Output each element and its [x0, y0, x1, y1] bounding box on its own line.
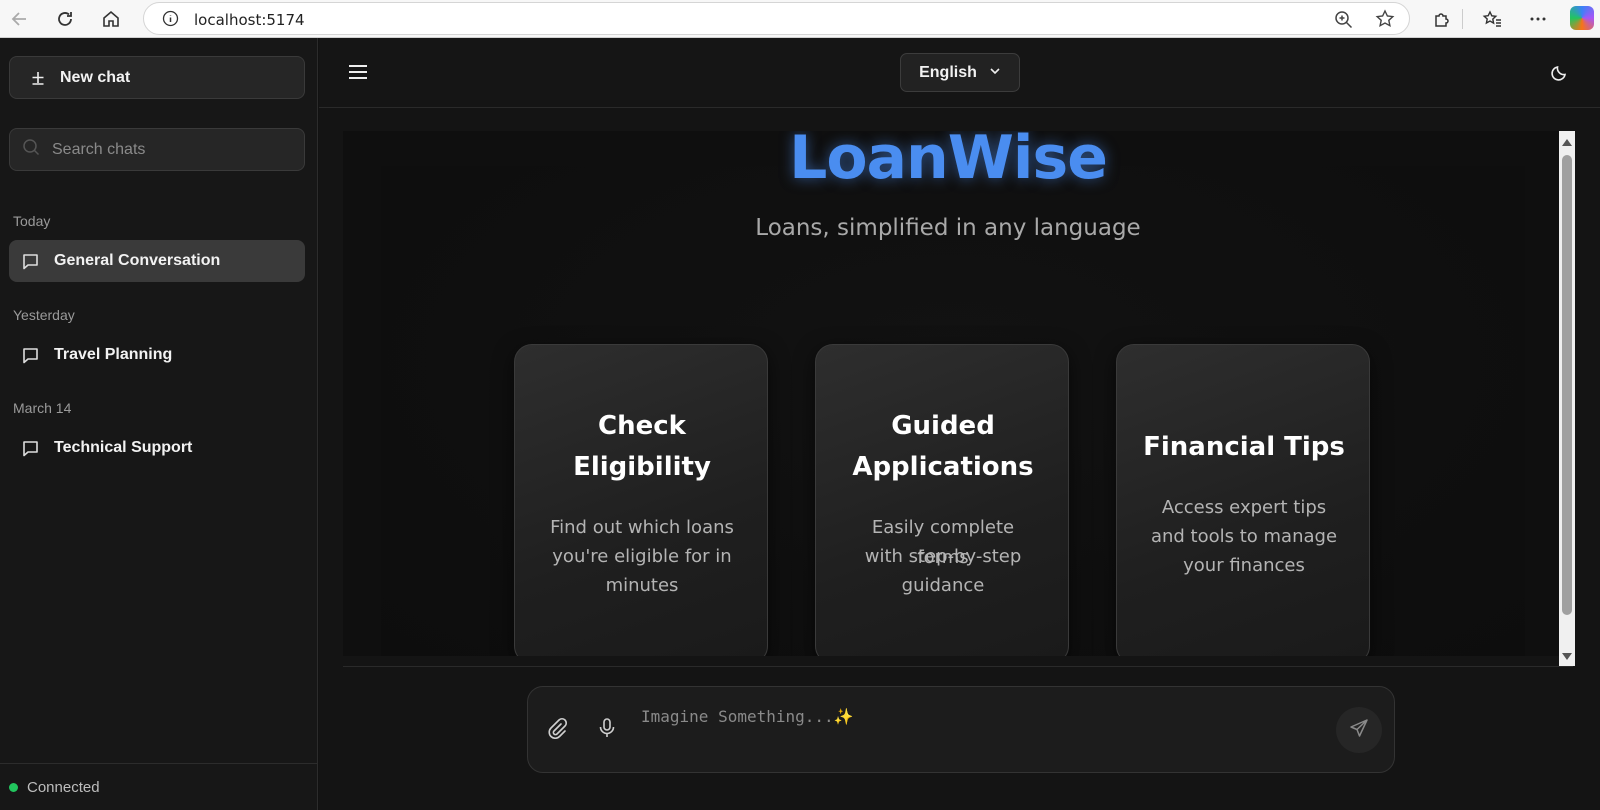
chat-item-label: Travel Planning — [54, 346, 173, 363]
favorite-star-icon[interactable] — [1375, 9, 1395, 34]
more-icon[interactable] — [1524, 5, 1552, 33]
toolbar-divider — [1462, 9, 1463, 29]
card-description: your finances — [1183, 555, 1305, 576]
card-description: Access expert tips — [1161, 497, 1327, 518]
extensions-icon[interactable] — [1428, 5, 1456, 33]
card-title: Check — [598, 411, 686, 441]
language-label: English — [919, 63, 977, 81]
chat-item-label: Technical Support — [54, 439, 193, 456]
status-dot — [9, 782, 18, 792]
moon-icon[interactable] — [1550, 62, 1570, 87]
new-chat-label: New chat — [60, 68, 131, 86]
scroll-down-arrow[interactable] — [1562, 653, 1572, 660]
refresh-icon[interactable] — [51, 5, 79, 33]
connection-status: Connected — [0, 763, 318, 810]
content-scrollbar[interactable] — [1559, 131, 1575, 666]
search-box[interactable] — [9, 128, 305, 171]
copilot-icon[interactable] — [1570, 6, 1594, 30]
card-description: guidance — [901, 575, 985, 596]
card-title: Financial Tips — [1143, 432, 1345, 462]
plus-icon — [30, 70, 46, 86]
home-icon[interactable] — [97, 5, 125, 33]
top-bar: English — [319, 38, 1600, 108]
card-title: Eligibility — [573, 452, 711, 482]
back-icon[interactable] — [6, 5, 34, 33]
card-financial-tips[interactable]: Financial Tips Access expert tips and to… — [1116, 344, 1370, 656]
microphone-icon[interactable] — [596, 717, 618, 744]
info-icon[interactable] — [162, 10, 179, 27]
main-panel: English LoanWise Loans, simplified in an… — [319, 38, 1600, 810]
group-label-yesterday: Yesterday — [13, 307, 75, 323]
message-input[interactable] — [641, 707, 1301, 747]
search-input[interactable] — [52, 140, 282, 159]
chat-bubble-icon — [21, 439, 40, 458]
card-description: and tools to manage — [1150, 526, 1338, 547]
send-icon — [1349, 718, 1369, 743]
sidebar: New chat Today General Conversation Yest… — [0, 38, 318, 810]
zoom-icon[interactable] — [1334, 10, 1353, 34]
chat-bubble-icon — [21, 252, 40, 271]
card-description: Find out which loans — [550, 517, 734, 538]
scrollbar-thumb[interactable] — [1562, 155, 1572, 615]
card-description: minutes — [605, 575, 679, 596]
browser-toolbar: localhost:5174 — [0, 0, 1600, 38]
group-label-march-14: March 14 — [13, 400, 72, 416]
chat-item-technical-support[interactable]: Technical Support — [9, 427, 305, 469]
menu-icon[interactable] — [347, 61, 369, 88]
scroll-up-arrow[interactable] — [1562, 139, 1572, 146]
brand-title: LoanWise — [789, 131, 1108, 193]
card-title: Applications — [852, 452, 1034, 482]
chevron-down-icon — [989, 64, 1001, 82]
card-guided-applications[interactable]: Guided Applications Easily complete form… — [815, 344, 1069, 656]
chat-item-label: General Conversation — [54, 252, 221, 269]
url-text: localhost:5174 — [194, 11, 305, 29]
card-check-eligibility[interactable]: Check Eligibility Find out which loans y… — [514, 344, 768, 656]
tagline: Loans, simplified in any language — [755, 215, 1141, 241]
group-label-today: Today — [13, 213, 51, 229]
status-text: Connected — [27, 778, 100, 796]
card-description: you're eligible for in — [552, 546, 732, 567]
chat-item-general-conversation[interactable]: General Conversation — [9, 240, 305, 282]
new-chat-button[interactable]: New chat — [9, 56, 305, 99]
card-description: with step-by-step — [864, 546, 1022, 567]
chat-bubble-icon — [21, 346, 40, 365]
favorites-icon[interactable] — [1478, 5, 1506, 33]
paperclip-icon[interactable] — [546, 717, 568, 744]
language-select[interactable]: English — [900, 53, 1020, 92]
chat-item-travel-planning[interactable]: Travel Planning — [9, 334, 305, 376]
welcome-area: LoanWise Loans, simplified in any langua… — [343, 131, 1563, 656]
message-composer — [527, 686, 1395, 773]
card-title: Guided — [891, 411, 995, 441]
divider — [343, 666, 1573, 667]
send-button[interactable] — [1336, 707, 1382, 753]
search-icon — [22, 138, 40, 161]
address-bar[interactable]: localhost:5174 — [143, 2, 1410, 35]
